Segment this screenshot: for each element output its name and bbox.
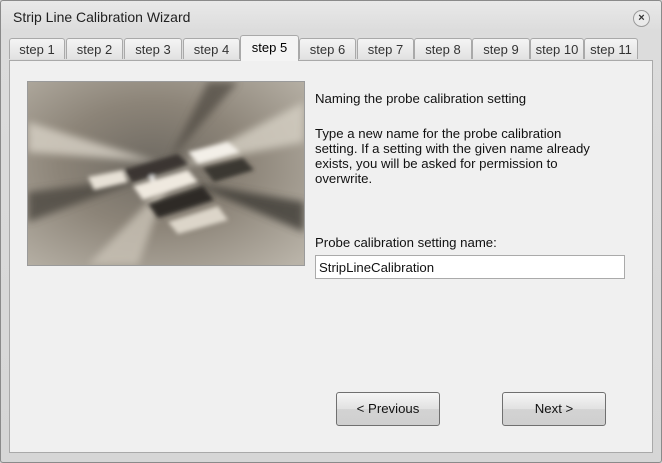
description-line-4: overwrite. [315, 171, 373, 186]
close-icon[interactable]: × [633, 10, 650, 27]
tab-step-6[interactable]: step 6 [299, 38, 356, 59]
tab-step-3[interactable]: step 3 [124, 38, 182, 59]
tab-step-8[interactable]: step 8 [414, 38, 472, 59]
setting-name-input[interactable] [315, 255, 625, 279]
wizard-window: Strip Line Calibration Wizard × step 1 s… [0, 0, 662, 463]
description-line-2: setting. If a setting with the given nam… [315, 141, 590, 156]
step-panel: Naming the probe calibration setting Typ… [9, 60, 653, 453]
tab-step-11[interactable]: step 11 [584, 38, 638, 59]
tab-step-10[interactable]: step 10 [530, 38, 584, 59]
tab-step-9[interactable]: step 9 [472, 38, 530, 59]
title-bar[interactable]: Strip Line Calibration Wizard × [1, 1, 661, 31]
setting-name-label: Probe calibration setting name: [315, 235, 497, 250]
description-line-1: Type a new name for the probe calibratio… [315, 126, 562, 141]
tab-step-1[interactable]: step 1 [9, 38, 65, 59]
tab-step-7[interactable]: step 7 [357, 38, 414, 59]
tab-step-5[interactable]: step 5 [240, 35, 299, 61]
step-heading: Naming the probe calibration setting [315, 91, 527, 106]
next-button[interactable]: Next > [502, 392, 606, 426]
step-tabs: step 1 step 2 step 3 step 4 step 5 step … [9, 35, 653, 61]
tab-step-2[interactable]: step 2 [66, 38, 123, 59]
tab-step-4[interactable]: step 4 [183, 38, 240, 59]
previous-button[interactable]: < Previous [336, 392, 440, 426]
window-title: Strip Line Calibration Wizard [13, 9, 191, 25]
keyboard-image [27, 81, 305, 266]
description-line-3: exists, you will be asked for permission… [315, 156, 558, 171]
